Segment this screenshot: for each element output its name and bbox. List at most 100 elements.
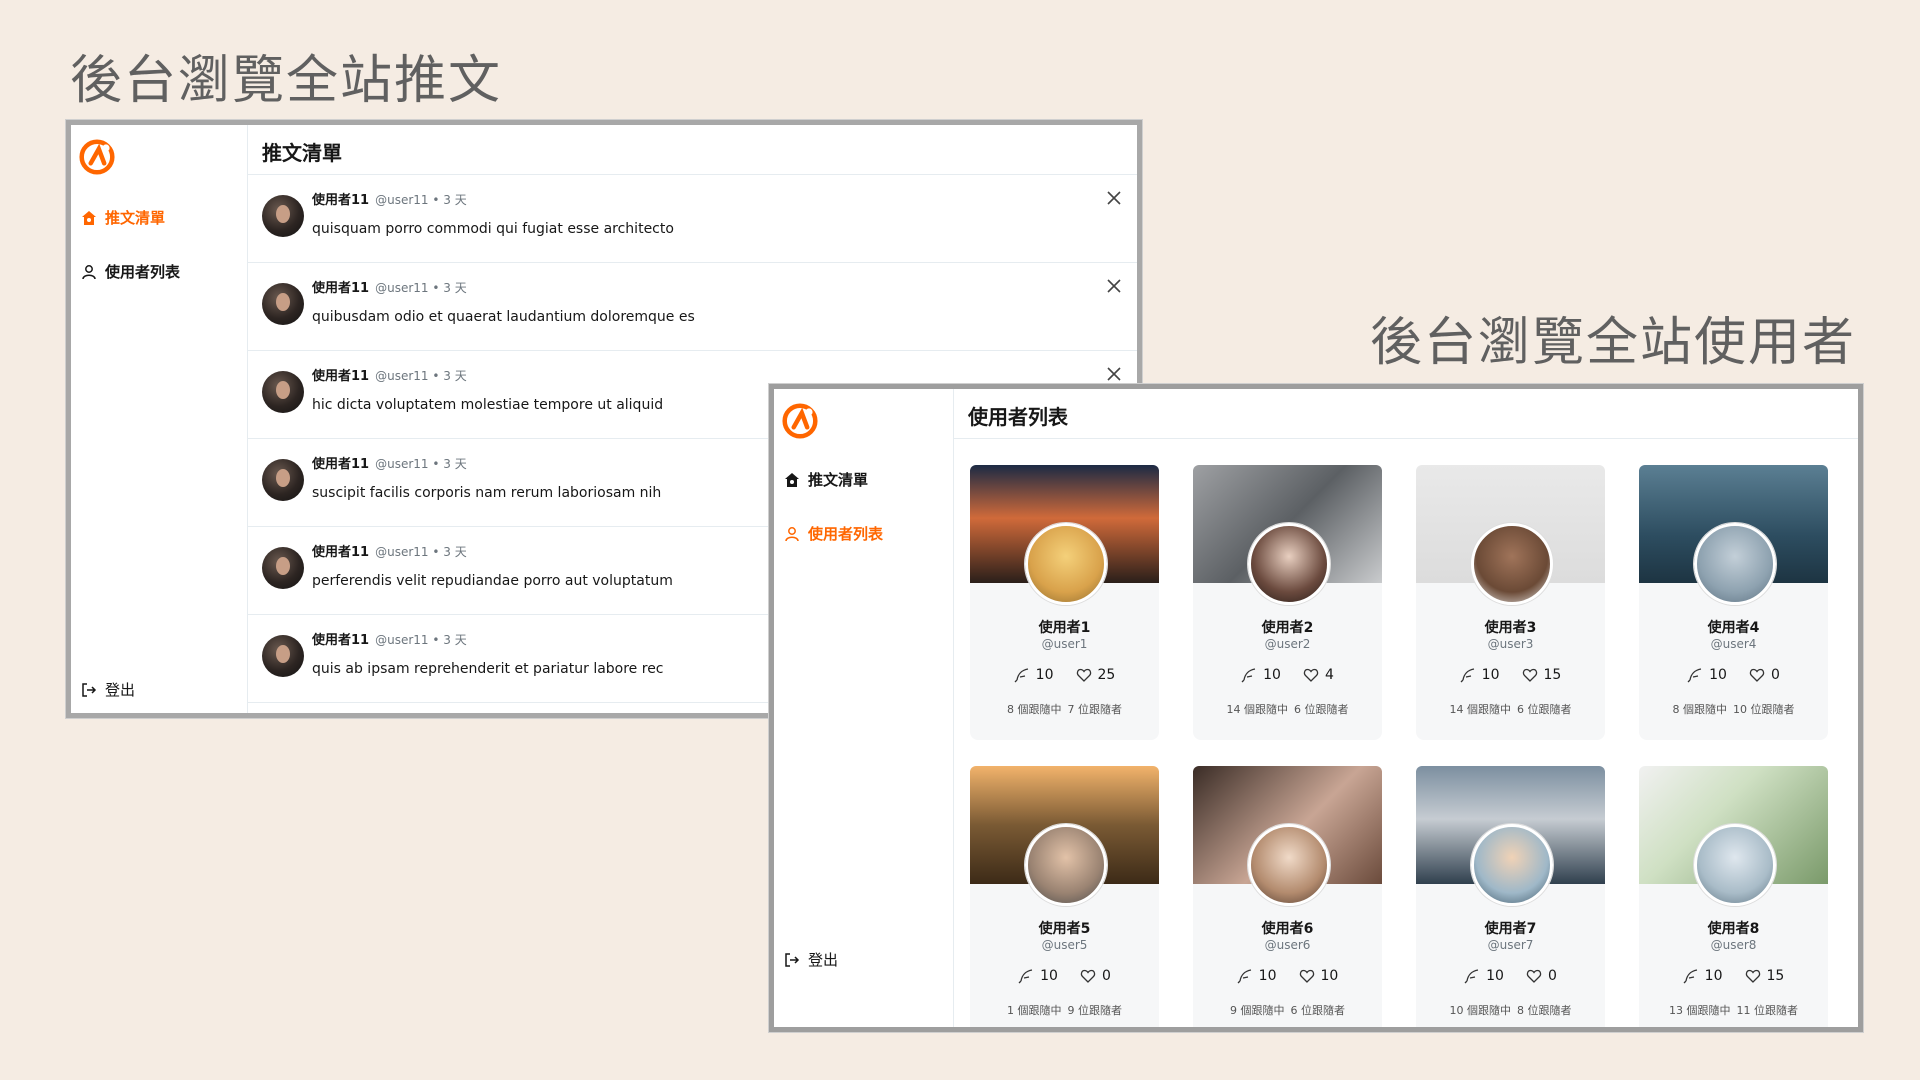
delete-tweet-icon[interactable] [1105, 277, 1123, 295]
user-card[interactable]: 使用者6 @user6 10 10 9 個跟隨中 6 位跟隨者 [1193, 766, 1382, 1027]
brand-logo-icon[interactable] [782, 403, 818, 439]
like-count: 0 [1770, 667, 1780, 683]
logout-icon [785, 952, 800, 967]
tweet-time: 3 天 [443, 281, 467, 295]
user-icon [82, 264, 96, 279]
user-name: 使用者8 [1707, 921, 1760, 937]
follower-count: 8 位跟隨者 [1517, 1004, 1572, 1017]
page-title: 使用者列表 [954, 389, 1858, 439]
avatar [1694, 824, 1776, 906]
tweet-meta: @user11 • 3 天 [375, 281, 467, 295]
user-handle: @user7 [1487, 938, 1534, 952]
tweet-author-name[interactable]: 使用者11 [312, 633, 369, 648]
user-handle: @user8 [1710, 938, 1757, 952]
sidebar-item-users[interactable]: 使用者列表 [784, 523, 883, 544]
logout-button[interactable]: 登出 [81, 679, 135, 700]
feather-icon [1241, 668, 1256, 683]
tweet-time: 3 天 [443, 545, 467, 559]
following-count: 9 個跟隨中 [1230, 1004, 1285, 1017]
sidebar-item-label: 使用者列表 [105, 263, 181, 281]
tweet-text: perferendis velit repudiandae porro aut … [312, 573, 673, 589]
user-name: 使用者7 [1484, 921, 1537, 937]
logout-label: 登出 [808, 951, 839, 969]
sidebar-item-label: 使用者列表 [808, 525, 884, 543]
user-card[interactable]: 使用者3 @user3 10 15 14 個跟隨中 6 位跟隨者 [1416, 465, 1605, 740]
avatar[interactable] [262, 459, 304, 501]
user-name: 使用者2 [1261, 620, 1314, 636]
tweet-time: 3 天 [443, 457, 467, 471]
user-stats: 10 0 [970, 968, 1159, 984]
like-count: 15 [1543, 667, 1562, 683]
avatar [1694, 523, 1776, 605]
user-icon [785, 526, 799, 541]
tweet-meta: @user11 • 3 天 [375, 633, 467, 647]
tweet-author-handle: @user11 [375, 633, 429, 647]
feather-icon [1018, 969, 1033, 984]
tweet-count: 10 [1486, 968, 1504, 984]
follower-count: 9 位跟隨者 [1067, 1004, 1123, 1017]
tweet-count: 10 [1035, 667, 1054, 683]
user-stats: 10 4 [1193, 667, 1382, 683]
user-card[interactable]: 使用者5 @user5 10 0 1 個跟隨中 9 位跟隨者 [970, 766, 1159, 1027]
user-card[interactable]: 使用者8 @user8 10 15 13 個跟隨中 11 位跟隨者 [1639, 766, 1828, 1027]
avatar[interactable] [262, 195, 304, 237]
tweet-time: 3 天 [443, 193, 467, 207]
tweet-author-name[interactable]: 使用者11 [312, 457, 369, 472]
like-count: 0 [1547, 968, 1557, 984]
avatar[interactable] [262, 635, 304, 677]
user-card[interactable]: 使用者2 @user2 10 4 14 個跟隨中 6 位跟隨者 [1193, 465, 1382, 740]
users-admin-window: 推文清單 使用者列表 登出 使用者列表 使用者1 @user1 10 25 8 個跟隨中… [769, 384, 1863, 1032]
user-card[interactable]: 使用者7 @user7 10 0 10 個跟隨中 8 位跟隨者 [1416, 766, 1605, 1027]
tweet-author-handle: @user11 [375, 369, 429, 383]
home-icon [785, 472, 799, 487]
following-count: 10 個跟隨中 [1449, 1004, 1512, 1017]
sidebar-item-users[interactable]: 使用者列表 [81, 261, 180, 282]
user-card[interactable]: 使用者4 @user4 10 0 8 個跟隨中 10 位跟隨者 [1639, 465, 1828, 740]
tweet-author-name[interactable]: 使用者11 [312, 545, 369, 560]
tweet-row: 使用者11 @user11 • 3 天 quisquam porro commodi… [248, 175, 1137, 263]
follow-stats: 8 個跟隨中 7 位跟隨者 [970, 701, 1159, 717]
logout-button[interactable]: 登出 [784, 949, 838, 970]
delete-tweet-icon[interactable] [1105, 189, 1123, 207]
follower-count: 6 位跟隨者 [1290, 1004, 1346, 1017]
tweet-count: 10 [1263, 667, 1281, 683]
user-list-panel: 使用者列表 使用者1 @user1 10 25 8 個跟隨中 7 位跟隨者 使用者2 @use… [954, 389, 1858, 1027]
heart-icon [1080, 969, 1096, 983]
user-stats: 10 25 [970, 667, 1159, 683]
tweet-count: 10 [1709, 667, 1727, 683]
follow-stats: 10 個跟隨中 8 位跟隨者 [1416, 1002, 1605, 1018]
follower-count: 6 位跟隨者 [1294, 703, 1349, 716]
tweet-author-handle: @user11 [375, 545, 429, 559]
avatar[interactable] [262, 283, 304, 325]
tweet-meta: @user11 • 3 天 [375, 193, 467, 207]
tweet-header: 使用者11 @user11 • 3 天 [312, 189, 467, 208]
heart-icon [1526, 969, 1542, 983]
feather-icon [1237, 969, 1251, 984]
heart-icon [1522, 668, 1537, 682]
following-count: 13 個跟隨中 [1669, 1004, 1731, 1017]
avatar [1471, 523, 1553, 605]
user-card[interactable]: 使用者1 @user1 10 25 8 個跟隨中 7 位跟隨者 [970, 465, 1159, 740]
tweet-time: 3 天 [443, 633, 467, 647]
follow-stats: 1 個跟隨中 9 位跟隨者 [970, 1002, 1159, 1018]
brand-logo-icon[interactable] [79, 139, 115, 175]
sidebar-item-tweets[interactable]: 推文清單 [784, 469, 868, 490]
avatar[interactable] [262, 371, 304, 413]
tweet-header: 使用者11 @user11 • 3 天 [312, 629, 467, 648]
delete-tweet-icon[interactable] [1105, 365, 1123, 383]
tweet-author-handle: @user11 [375, 457, 429, 471]
tweet-meta: @user11 • 3 天 [375, 457, 467, 471]
tweet-author-handle: @user11 [375, 281, 429, 295]
tweet-count: 10 [1481, 667, 1500, 683]
tweet-author-name[interactable]: 使用者11 [312, 281, 369, 296]
heart-icon [1745, 969, 1760, 983]
tweet-author-name[interactable]: 使用者11 [312, 193, 369, 208]
tweet-header: 使用者11 @user11 • 3 天 [312, 453, 467, 472]
avatar[interactable] [262, 547, 304, 589]
sidebar-item-tweets[interactable]: 推文清單 [81, 207, 165, 228]
tweet-author-name[interactable]: 使用者11 [312, 369, 369, 384]
tweets-admin-heading: 後台瀏覽全站推文 [70, 51, 503, 111]
like-count: 25 [1097, 667, 1116, 683]
home-icon [82, 210, 96, 225]
user-handle: @user4 [1710, 637, 1757, 651]
